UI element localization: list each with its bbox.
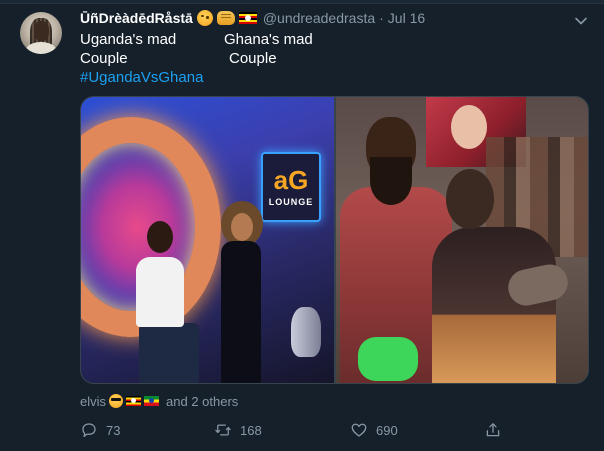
woman-figure-head — [446, 169, 494, 229]
vase-decor — [291, 307, 321, 357]
like-icon — [351, 423, 367, 437]
media-photo-right[interactable] — [336, 97, 588, 383]
tweet-text-right-column: Ghana's mad Couple — [224, 30, 313, 68]
tweet-date[interactable]: Jul 16 — [388, 10, 425, 26]
man-figure-head — [147, 221, 173, 253]
display-name[interactable]: ŪñDrèàdēdRåstā — [80, 10, 193, 26]
tweet-menu-button[interactable] — [572, 12, 590, 30]
liker-name[interactable]: elvis — [80, 394, 106, 409]
man-figure — [136, 257, 184, 327]
tweet-text-line: Ghana's mad — [224, 31, 313, 48]
man-figure-beard — [370, 157, 412, 205]
retweet-icon — [215, 424, 231, 436]
lounge-logo: aG — [273, 165, 309, 195]
hashtag-link[interactable]: #UgandaVsGhana — [80, 68, 203, 87]
woman-figure — [432, 227, 556, 383]
like-button[interactable]: 690 — [350, 418, 398, 442]
tweet-text-left-column: Uganda's mad Couple — [80, 30, 176, 68]
liked-by-others[interactable]: and 2 others — [166, 394, 238, 409]
wink-face-icon — [196, 10, 213, 26]
tweet-header: ŪñDrèàdēdRåstā @undreadedrasta · Jul 16 — [80, 8, 425, 28]
avatar[interactable] — [20, 12, 62, 54]
like-count: 690 — [376, 422, 398, 438]
uganda-flag-icon — [126, 396, 142, 406]
man-figure-legs — [139, 323, 199, 383]
poster-face — [451, 105, 487, 149]
tweet-text-line: Couple — [80, 50, 128, 67]
reply-icon — [82, 423, 96, 438]
tweet-text-line: Couple — [229, 50, 277, 67]
retweet-button[interactable]: 168 — [214, 418, 262, 442]
green-censor-patch — [358, 337, 418, 381]
tweet-media[interactable]: aG LOUNGE — [80, 96, 589, 384]
lounge-sign: aG LOUNGE — [261, 152, 321, 222]
media-photo-left[interactable]: aG LOUNGE — [81, 97, 334, 383]
ethiopia-flag-icon — [144, 396, 160, 406]
avatar-shirt — [26, 42, 56, 54]
user-handle[interactable]: @undreadedrasta — [263, 10, 375, 26]
fist-bump-icon — [216, 11, 235, 25]
separator-dot: · — [379, 10, 384, 26]
tweet[interactable]: ŪñDrèàdēdRåstā @undreadedrasta · Jul 16 … — [0, 4, 604, 451]
liked-by-row[interactable]: elvis and 2 others — [80, 392, 238, 410]
share-icon — [486, 423, 500, 437]
reply-count: 73 — [106, 422, 121, 438]
share-button[interactable] — [484, 418, 502, 442]
reply-button[interactable]: 73 — [80, 418, 120, 442]
woman-figure — [221, 241, 261, 383]
woman-figure-head — [231, 213, 253, 241]
cool-face-icon — [109, 394, 124, 408]
lounge-sign-text: LOUNGE — [268, 197, 314, 207]
chevron-down-icon — [575, 17, 587, 25]
uganda-flag-icon — [238, 12, 257, 24]
avatar-face — [34, 21, 49, 41]
tweet-text-line: Uganda's mad — [80, 31, 177, 48]
tweet-actions: 73 168 690 — [0, 418, 604, 442]
retweet-count: 168 — [240, 422, 262, 438]
